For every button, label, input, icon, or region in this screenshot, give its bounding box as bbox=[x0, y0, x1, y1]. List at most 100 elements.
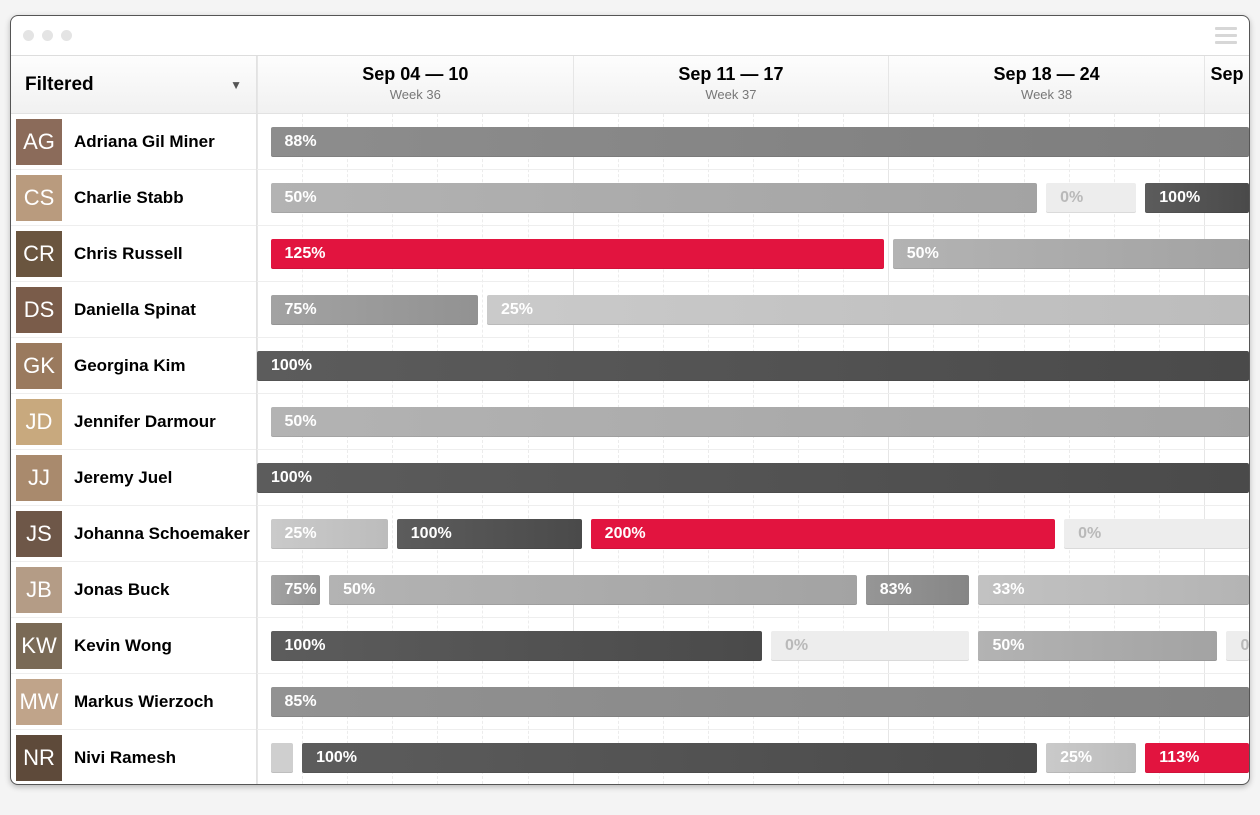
person-name: Jonas Buck bbox=[74, 580, 169, 600]
person-name: Nivi Ramesh bbox=[74, 748, 176, 768]
week-range: Sep bbox=[1205, 64, 1249, 85]
week-header[interactable]: Sep 18 — 24Week 38 bbox=[888, 56, 1204, 113]
person-row[interactable]: JJ Jeremy Juel bbox=[11, 450, 256, 506]
person-name: Adriana Gil Miner bbox=[74, 132, 215, 152]
person-row[interactable]: GK Georgina Kim bbox=[11, 338, 256, 394]
allocation-bar[interactable]: 0% bbox=[1046, 183, 1136, 213]
week-header[interactable]: Sep bbox=[1204, 56, 1249, 113]
allocation-bar[interactable]: 0% bbox=[771, 631, 969, 661]
avatar[interactable]: MW bbox=[16, 679, 62, 725]
menu-icon[interactable] bbox=[1215, 27, 1237, 44]
person-row[interactable]: JD Jennifer Darmour bbox=[11, 394, 256, 450]
window-close-dot[interactable] bbox=[23, 30, 34, 41]
person-name: Chris Russell bbox=[74, 244, 183, 264]
allocation-bar[interactable]: 88% bbox=[271, 127, 1249, 157]
person-row[interactable]: MW Markus Wierzoch bbox=[11, 674, 256, 730]
allocation-bar[interactable]: 100% bbox=[397, 519, 582, 549]
allocation-bar[interactable]: 100% bbox=[1145, 183, 1249, 213]
timeline-row[interactable]: 85% bbox=[257, 674, 1249, 730]
chevron-down-icon: ▼ bbox=[230, 78, 242, 92]
avatar[interactable]: AG bbox=[16, 119, 62, 165]
allocation-bar[interactable]: 25% bbox=[271, 519, 388, 549]
allocation-bar[interactable]: 0% bbox=[1064, 519, 1249, 549]
allocation-bar[interactable]: 83% bbox=[866, 575, 970, 605]
window-controls bbox=[23, 30, 72, 41]
filter-dropdown[interactable]: Filtered ▼ bbox=[11, 56, 257, 114]
week-header[interactable]: Sep 11 — 17 Week 37 bbox=[573, 56, 889, 113]
allocation-bar[interactable]: 100% bbox=[271, 631, 762, 661]
timeline-row[interactable]: 50% 0% 100% bbox=[257, 170, 1249, 226]
avatar[interactable]: JD bbox=[16, 399, 62, 445]
timeline-row[interactable]: 100% bbox=[257, 338, 1249, 394]
allocation-bar[interactable]: 200% bbox=[591, 519, 1055, 549]
timeline-row[interactable]: 50% bbox=[257, 394, 1249, 450]
person-name: Johanna Schoemaker bbox=[74, 524, 250, 544]
person-row[interactable]: CR Chris Russell bbox=[11, 226, 256, 282]
person-name: Kevin Wong bbox=[74, 636, 172, 656]
person-name: Markus Wierzoch bbox=[74, 692, 214, 712]
allocation-bar[interactable]: 25% bbox=[487, 295, 1249, 325]
week-range: Sep 04 — 10 bbox=[258, 64, 573, 85]
person-row[interactable]: KW Kevin Wong bbox=[11, 618, 256, 674]
timeline-row[interactable]: 125% 50% bbox=[257, 226, 1249, 282]
person-row[interactable]: JS Johanna Schoemaker bbox=[11, 506, 256, 562]
avatar[interactable]: JS bbox=[16, 511, 62, 557]
allocation-bar[interactable]: 50% bbox=[329, 575, 857, 605]
allocation-bar[interactable]: 100% bbox=[302, 743, 1037, 773]
weeks-header: Sep 04 — 10 Week 36Sep 11 — 17 Week 37Sep … bbox=[257, 56, 1249, 114]
allocation-bar[interactable]: 75% bbox=[271, 295, 478, 325]
allocation-bar[interactable]: 85% bbox=[271, 687, 1249, 717]
person-row[interactable]: NR Nivi Ramesh bbox=[11, 730, 256, 784]
allocation-bar[interactable]: 100% bbox=[257, 463, 1249, 493]
allocation-bar[interactable]: 50% bbox=[271, 407, 1249, 437]
people-column: AG Adriana Gil Miner CS Charlie Stabb CR Chri… bbox=[11, 114, 257, 784]
avatar[interactable]: CS bbox=[16, 175, 62, 221]
window-titlebar bbox=[11, 16, 1249, 56]
week-number: Week 36 bbox=[258, 87, 573, 102]
allocation-bar[interactable]: 50% bbox=[978, 631, 1217, 661]
app-window: Filtered ▼ Sep 04 — 10 Week 36Sep 11 — 17… bbox=[10, 15, 1250, 785]
allocation-bar[interactable]: 100% bbox=[257, 351, 1249, 381]
timeline-row[interactable]: 88% bbox=[257, 114, 1249, 170]
timeline-row[interactable]: 75% 50% 83% 33% bbox=[257, 562, 1249, 618]
filter-label: Filtered bbox=[25, 74, 94, 96]
allocation-bar[interactable]: 113% bbox=[1145, 743, 1249, 773]
window-max-dot[interactable] bbox=[61, 30, 72, 41]
person-row[interactable]: CS Charlie Stabb bbox=[11, 170, 256, 226]
allocation-grid: Filtered ▼ Sep 04 — 10 Week 36Sep 11 — 17… bbox=[11, 56, 1249, 784]
timeline-row[interactable]: 25% 100% 200% 0% bbox=[257, 506, 1249, 562]
timeline-row[interactable]: 75% 25% bbox=[257, 282, 1249, 338]
person-name: Charlie Stabb bbox=[74, 188, 184, 208]
avatar[interactable]: NR bbox=[16, 735, 62, 781]
week-range: Sep 11 — 17 bbox=[574, 64, 889, 85]
window-min-dot[interactable] bbox=[42, 30, 53, 41]
week-range: Sep 18 — 24 bbox=[889, 64, 1204, 85]
timeline-row[interactable]: 100% 25% 113% bbox=[257, 730, 1249, 784]
avatar[interactable]: JB bbox=[16, 567, 62, 613]
avatar[interactable]: GK bbox=[16, 343, 62, 389]
person-name: Jennifer Darmour bbox=[74, 412, 216, 432]
avatar[interactable]: JJ bbox=[16, 455, 62, 501]
allocation-bar[interactable]: 75% bbox=[271, 575, 321, 605]
avatar[interactable]: KW bbox=[16, 623, 62, 669]
person-name: Daniella Spinat bbox=[74, 300, 196, 320]
person-row[interactable]: AG Adriana Gil Miner bbox=[11, 114, 256, 170]
allocation-bar[interactable]: 25% bbox=[1046, 743, 1136, 773]
allocation-bar[interactable]: 33% bbox=[978, 575, 1249, 605]
week-header[interactable]: Sep 04 — 10 Week 36 bbox=[257, 56, 573, 113]
person-name: Georgina Kim bbox=[74, 356, 185, 376]
allocation-bar[interactable]: 50% bbox=[271, 183, 1038, 213]
allocation-bar[interactable]: 125% bbox=[271, 239, 884, 269]
timeline-body[interactable]: 88%50%0%100%125%50%75%25%100%50%100%25%1… bbox=[257, 114, 1249, 784]
timeline-row[interactable]: 100% 0% 50% 0% bbox=[257, 618, 1249, 674]
allocation-bar[interactable] bbox=[271, 743, 294, 773]
allocation-bar[interactable]: 0% bbox=[1226, 631, 1249, 661]
week-number: Week 37 bbox=[574, 87, 889, 102]
avatar[interactable]: DS bbox=[16, 287, 62, 333]
allocation-bar[interactable]: 50% bbox=[893, 239, 1249, 269]
avatar[interactable]: CR bbox=[16, 231, 62, 277]
person-row[interactable]: JB Jonas Buck bbox=[11, 562, 256, 618]
timeline-row[interactable]: 100% bbox=[257, 450, 1249, 506]
person-row[interactable]: DS Daniella Spinat bbox=[11, 282, 256, 338]
person-name: Jeremy Juel bbox=[74, 468, 172, 488]
